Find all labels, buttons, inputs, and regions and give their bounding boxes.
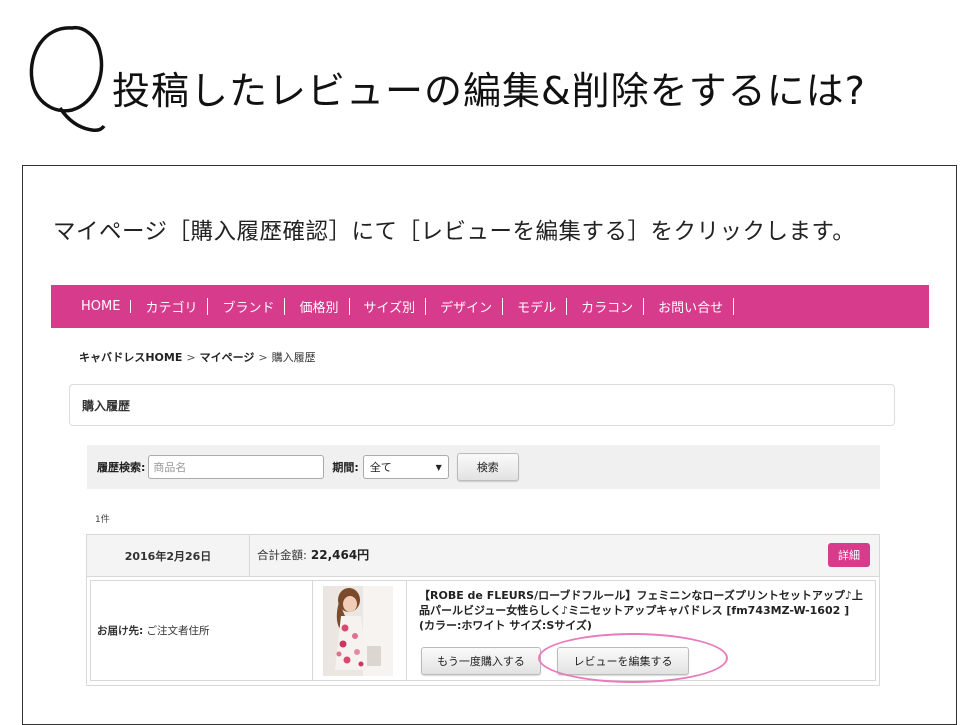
period-select-value: 全て — [369, 461, 392, 474]
nav-item-design[interactable]: デザイン — [426, 297, 504, 316]
product-title: 【ROBE de FLEURS/ローブドフルール】フェミニンなローズプリントセッ… — [419, 589, 863, 617]
q-letter-logo — [29, 25, 106, 132]
search-button[interactable]: 検索 — [456, 453, 519, 481]
order-item-row: お届け先: ご注文者住所 【ROBE de FLEURS/ローブドフルール】フェ… — [90, 580, 876, 681]
detail-button[interactable]: 詳細 — [828, 543, 870, 567]
breadcrumb: キャバドレスHOME > マイページ > 購入履歴 — [79, 349, 316, 365]
period-select[interactable]: 全て ▼ — [362, 455, 449, 479]
nav-item-contact[interactable]: お問い合せ — [644, 297, 735, 316]
order-total-label: 合計金額: — [257, 548, 307, 562]
purchase-history-heading: 購入履歴 — [69, 384, 895, 426]
delivery-cell: お届け先: ご注文者住所 — [91, 581, 313, 680]
caret-down-icon: ▼ — [435, 462, 442, 472]
search-label: 履歴検索: — [97, 461, 146, 474]
nav-item-price[interactable]: 価格別 — [285, 297, 350, 316]
breadcrumb-separator: > — [258, 351, 268, 364]
nav-item-colorcon[interactable]: カラコン — [567, 297, 645, 316]
result-count: 1件 — [95, 515, 110, 525]
delivery-label: お届け先: — [97, 625, 144, 637]
main-nav: HOME カテゴリ ブランド 価格別 サイズ別 デザイン モデル カラコン お問… — [51, 285, 929, 328]
order-total-amount: 22,464円 — [310, 548, 370, 562]
search-panel: 履歴検索: 期間: 全て ▼ 検索 — [87, 445, 880, 489]
breadcrumb-mypage[interactable]: マイページ — [200, 351, 255, 364]
nav-item-home[interactable]: HOME — [67, 299, 132, 314]
nav-item-category[interactable]: カテゴリ — [131, 297, 209, 316]
order-table: 2016年2月26日 合計金額:22,464円 詳細 お届け先: ご注文者住所 — [86, 534, 880, 686]
breadcrumb-separator: > — [186, 351, 196, 364]
breadcrumb-current: 購入履歴 — [271, 351, 316, 364]
product-option: (カラー:ホワイト サイズ:Sサイズ) — [419, 619, 592, 632]
slide-title: 投稿したレビューの編集&削除をするには? — [112, 69, 866, 113]
search-input[interactable] — [148, 455, 325, 479]
nav-item-size[interactable]: サイズ別 — [350, 297, 427, 316]
product-image[interactable] — [323, 586, 393, 676]
thumbnail-cell — [313, 581, 407, 680]
rebuy-button[interactable]: もう一度購入する — [421, 647, 541, 675]
nav-item-brand[interactable]: ブランド — [208, 297, 286, 316]
nav-item-model[interactable]: モデル — [503, 297, 568, 316]
order-date: 2016年2月26日 — [87, 535, 250, 576]
instruction-text: マイページ［購入履歴確認］にて［レビューを編集する］をクリックします。 — [53, 219, 856, 245]
order-total: 合計金額: 22,464円 — [257, 546, 369, 563]
breadcrumb-home[interactable]: キャバドレスHOME — [79, 351, 182, 364]
screenshot-frame: マイページ［購入履歴確認］にて［レビューを編集する］をクリックします。 HOME… — [22, 165, 957, 725]
edit-review-button[interactable]: レビューを編集する — [557, 647, 689, 675]
delivery-value: ご注文者住所 — [146, 625, 210, 637]
period-label: 期間: — [332, 461, 359, 474]
product-name[interactable]: 【ROBE de FLEURS/ローブドフルール】フェミニンなローズプリントセッ… — [419, 588, 869, 633]
order-header: 2016年2月26日 合計金額: 22,464円 詳細 — [87, 535, 879, 577]
